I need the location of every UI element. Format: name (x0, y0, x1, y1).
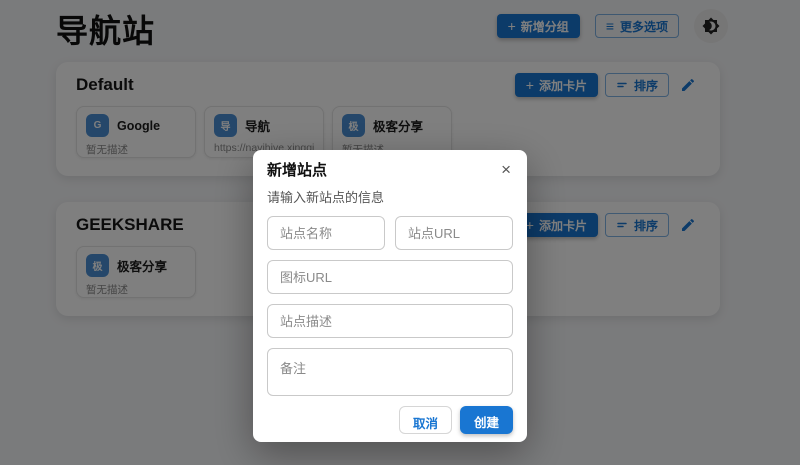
modal-footer: 取消 创建 (267, 406, 513, 434)
cancel-button[interactable]: 取消 (398, 406, 452, 434)
add-site-form (267, 216, 513, 396)
add-site-modal: 新增站点 × 请输入新站点的信息 取消 创建 (253, 150, 527, 442)
site-description-input[interactable] (267, 304, 513, 338)
site-url-input[interactable] (395, 216, 513, 250)
site-name-input[interactable] (267, 216, 385, 250)
icon-url-input[interactable] (267, 260, 513, 294)
close-icon[interactable]: × (499, 161, 513, 178)
remark-textarea[interactable] (267, 348, 513, 396)
create-button[interactable]: 创建 (459, 406, 513, 434)
modal-title: 新增站点 (267, 162, 328, 179)
modal-header: 新增站点 × (267, 161, 513, 180)
modal-subtitle: 请输入新站点的信息 (267, 190, 385, 205)
